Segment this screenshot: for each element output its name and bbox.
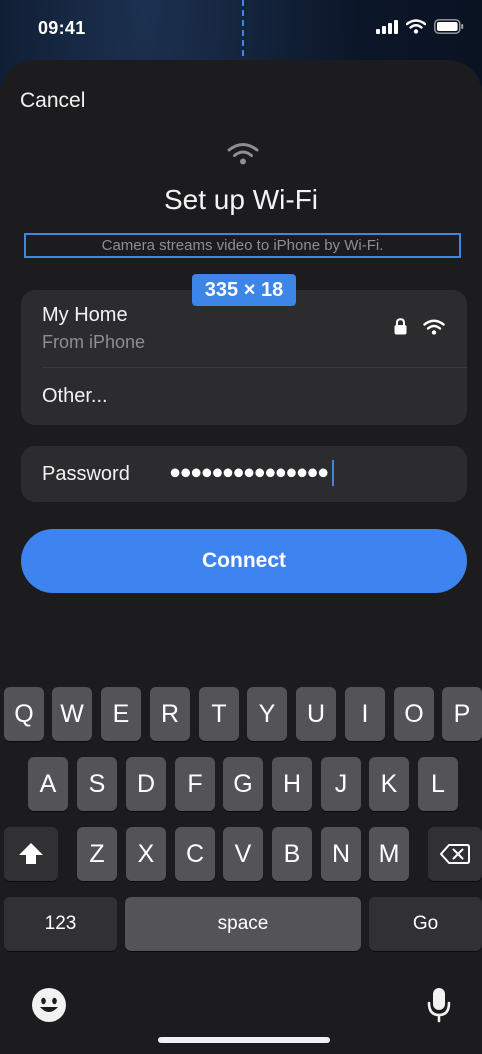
key-x[interactable]: X — [126, 827, 166, 881]
key-k[interactable]: K — [369, 757, 409, 811]
key-q[interactable]: Q — [4, 687, 44, 741]
password-field[interactable]: Password ●●●●●●●●●●●●●●● — [21, 446, 467, 502]
home-indicator[interactable] — [158, 1037, 330, 1043]
key-r[interactable]: R — [150, 687, 190, 741]
key-h[interactable]: H — [272, 757, 312, 811]
keyboard: Q W E R T Y U I O P A S D F G H J K L Z … — [0, 672, 482, 1054]
numbers-key[interactable]: 123 — [4, 897, 117, 951]
key-j[interactable]: J — [321, 757, 361, 811]
key-f[interactable]: F — [175, 757, 215, 811]
key-l[interactable]: L — [418, 757, 458, 811]
backspace-key[interactable] — [428, 827, 482, 881]
status-icons — [376, 19, 464, 34]
text-caret — [331, 460, 334, 486]
divider — [42, 367, 467, 368]
page-title: Set up Wi-Fi — [163, 184, 319, 215]
dimension-badge: 335 × 18 — [192, 274, 296, 306]
subtitle: Camera streams video to iPhone by Wi-Fi. — [101, 237, 384, 254]
key-n[interactable]: N — [321, 827, 361, 881]
network-list: My Home From iPhone Other... — [21, 290, 467, 425]
network-icons — [394, 318, 445, 335]
key-c[interactable]: C — [175, 827, 215, 881]
password-masked-value: ●●●●●●●●●●●●●●● — [169, 461, 329, 484]
space-key[interactable]: space — [125, 897, 361, 951]
key-y[interactable]: Y — [247, 687, 287, 741]
network-name: My Home — [42, 304, 128, 326]
password-input[interactable]: ●●●●●●●●●●●●●●● — [169, 460, 334, 486]
microphone-icon[interactable] — [426, 986, 452, 1024]
key-o[interactable]: O — [394, 687, 434, 741]
key-e[interactable]: E — [101, 687, 141, 741]
network-item-other[interactable]: Other... — [42, 385, 108, 408]
status-bar: 09:41 — [0, 0, 482, 58]
key-p[interactable]: P — [442, 687, 482, 741]
shift-icon — [19, 843, 43, 864]
wifi-icon — [406, 19, 426, 34]
key-u[interactable]: U — [296, 687, 336, 741]
key-i[interactable]: I — [345, 687, 385, 741]
key-s[interactable]: S — [77, 757, 117, 811]
wifi-icon — [423, 319, 445, 335]
key-b[interactable]: B — [272, 827, 312, 881]
key-g[interactable]: G — [223, 757, 263, 811]
battery-icon — [434, 19, 464, 34]
network-source: From iPhone — [42, 332, 146, 352]
password-label: Password — [42, 463, 130, 485]
wifi-icon — [227, 143, 259, 165]
key-d[interactable]: D — [126, 757, 166, 811]
connect-button[interactable]: Connect — [21, 529, 467, 593]
emoji-icon[interactable] — [30, 986, 68, 1024]
key-w[interactable]: W — [52, 687, 92, 741]
lock-icon — [394, 318, 407, 335]
signal-icon — [376, 19, 398, 34]
key-z[interactable]: Z — [77, 827, 117, 881]
shift-key[interactable] — [4, 827, 58, 881]
go-key[interactable]: Go — [369, 897, 482, 951]
key-m[interactable]: M — [369, 827, 409, 881]
cancel-button[interactable]: Cancel — [20, 89, 85, 113]
subtitle-selection-box: Camera streams video to iPhone by Wi-Fi. — [24, 233, 461, 258]
key-a[interactable]: A — [28, 757, 68, 811]
key-v[interactable]: V — [223, 827, 263, 881]
status-time: 09:41 — [38, 18, 86, 38]
backspace-icon — [440, 844, 470, 864]
key-t[interactable]: T — [199, 687, 239, 741]
